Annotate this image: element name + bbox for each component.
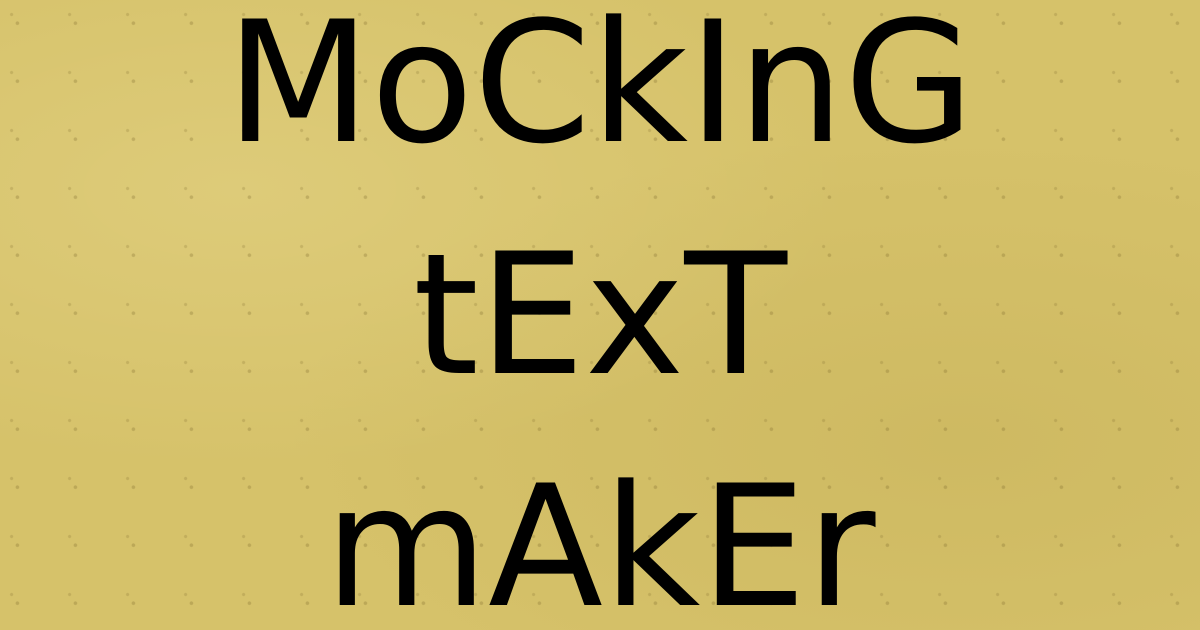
title-line-3: mAkEr: [324, 449, 876, 630]
title-line-1: MoCkInG: [225, 0, 975, 181]
title-line-2: tExT: [412, 217, 788, 413]
page-title: MoCkInG tExT mAkEr: [0, 0, 1200, 630]
